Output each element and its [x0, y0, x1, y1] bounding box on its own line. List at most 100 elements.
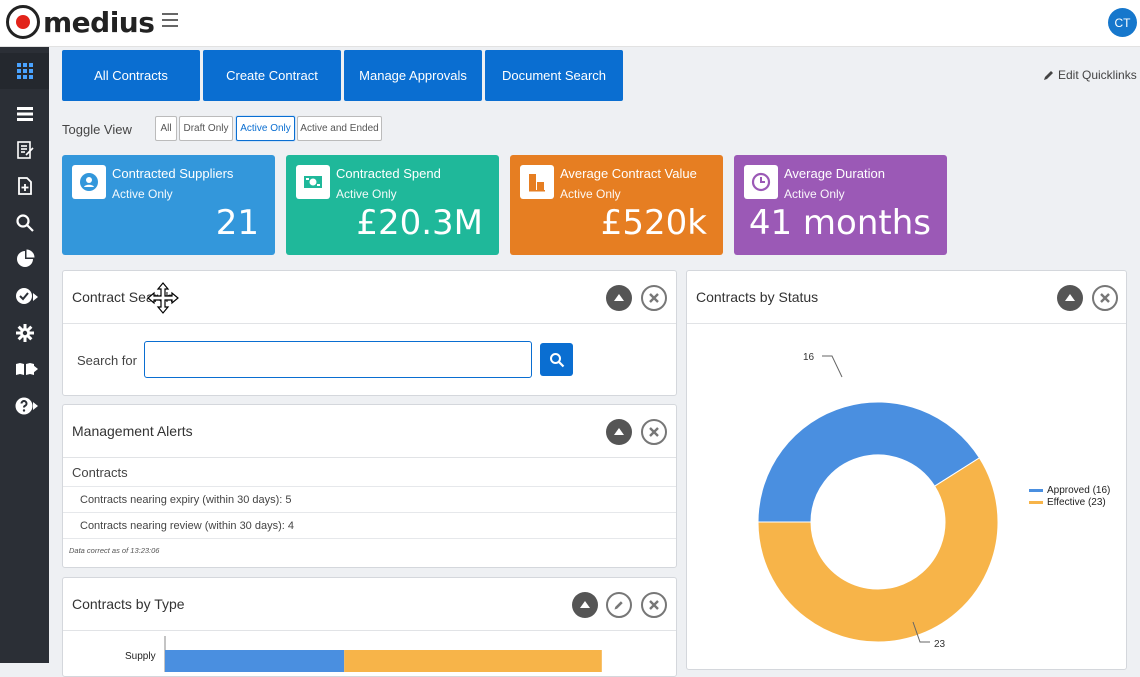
kpi-value: £20.3M — [356, 203, 483, 243]
toggle-all-button[interactable]: All — [155, 116, 177, 141]
pie-chart-icon[interactable] — [0, 241, 49, 277]
category-label: Supply — [125, 651, 156, 662]
bar-segment — [344, 650, 602, 672]
legend-entry: Approved (16) — [1047, 485, 1110, 496]
expand-arrow-icon — [33, 365, 38, 373]
kpi-subtitle: Active Only — [560, 187, 621, 201]
search-icon[interactable] — [0, 205, 49, 241]
search-icon — [549, 352, 564, 367]
close-icon — [649, 427, 659, 437]
value-chart-icon — [520, 165, 554, 199]
kpi-title: Contracted Suppliers — [112, 166, 234, 181]
top-bar: medius CT — [0, 0, 1140, 47]
collapse-panel-button[interactable] — [572, 592, 598, 618]
contract-edit-icon[interactable] — [0, 132, 49, 168]
alerts-section-heading: Contracts — [72, 465, 128, 480]
close-panel-button[interactable] — [641, 592, 667, 618]
user-avatar[interactable]: CT — [1108, 8, 1137, 37]
expand-arrow-icon — [33, 293, 38, 301]
close-panel-button[interactable] — [1092, 285, 1118, 311]
leader-line — [822, 355, 843, 378]
data-label: 16 — [803, 352, 815, 363]
contract-search-input[interactable] — [144, 341, 532, 378]
toggle-active-and-ended-button[interactable]: Active and Ended — [297, 116, 382, 141]
legend-swatch — [1029, 489, 1043, 492]
contracts-by-status-chart: 16 23 Approved (16)Effective (23) — [757, 352, 1110, 650]
data-timestamp-note: Data correct as of 13:23:06 — [69, 546, 160, 555]
panel-title: Management Alerts — [72, 423, 193, 439]
search-submit-button[interactable] — [540, 343, 573, 376]
edit-panel-button[interactable] — [606, 592, 632, 618]
toggle-active-only-button[interactable]: Active Only — [236, 116, 295, 141]
kpi-title: Average Contract Value — [560, 166, 697, 181]
medius-logo[interactable]: medius — [6, 4, 155, 40]
clock-icon — [744, 165, 778, 199]
triangle-up-icon — [1065, 294, 1075, 301]
alert-row[interactable]: Contracts nearing expiry (within 30 days… — [63, 486, 676, 512]
alert-text: Contracts nearing review (within 30 days… — [80, 519, 294, 532]
kpi-contracted-spend[interactable]: Contracted Spend Active Only £20.3M — [286, 155, 499, 255]
kpi-average-duration[interactable]: Average Duration Active Only 41 months — [734, 155, 947, 255]
hamburger-menu-icon[interactable] — [162, 13, 178, 31]
contracts-by-type-panel: Contracts by Type Supply — [62, 577, 677, 677]
triangle-up-icon — [614, 428, 624, 435]
quicklink-document-search[interactable]: Document Search — [485, 50, 623, 101]
panel-title: Contracts by Type — [72, 596, 185, 612]
contracts-by-type-chart: Supply — [125, 636, 602, 672]
collapse-panel-button[interactable] — [606, 419, 632, 445]
quicklink-manage-approvals[interactable]: Manage Approvals — [344, 50, 482, 101]
logo-text: medius — [43, 5, 155, 39]
contracts-by-status-panel: Contracts by Status 16 23 Approved (16) Eff… — [686, 270, 1127, 670]
close-icon — [649, 600, 659, 610]
collapse-panel-button[interactable] — [606, 285, 632, 311]
triangle-up-icon — [580, 601, 590, 608]
kpi-average-contract-value[interactable]: Average Contract Value Active Only £520k — [510, 155, 723, 255]
close-icon — [1100, 293, 1110, 303]
approve-check-icon[interactable] — [0, 278, 49, 314]
close-panel-button[interactable] — [641, 285, 667, 311]
kpi-value: £520k — [600, 203, 707, 243]
alert-text: Contracts nearing expiry (within 30 days… — [80, 493, 292, 506]
collapse-panel-button[interactable] — [1057, 285, 1083, 311]
sidebar — [0, 47, 49, 663]
panel-header: Management Alerts — [63, 405, 676, 458]
help-icon[interactable] — [0, 388, 49, 424]
panel-title: Contracts by Status — [696, 289, 819, 305]
edit-quicklinks-link[interactable]: Edit Quicklinks — [1043, 68, 1137, 82]
data-label: 23 — [934, 639, 946, 650]
alert-row[interactable]: Contracts nearing review (within 30 days… — [63, 512, 676, 538]
library-books-icon[interactable] — [0, 351, 49, 387]
kpi-value: 21 — [215, 203, 259, 243]
quicklink-create-contract[interactable]: Create Contract — [203, 50, 341, 101]
quicklink-all-contracts[interactable]: All Contracts — [62, 50, 200, 101]
kpi-subtitle: Active Only — [112, 187, 173, 201]
list-icon[interactable] — [0, 96, 49, 132]
pencil-icon — [1044, 71, 1053, 80]
search-for-label: Search for — [77, 353, 137, 368]
pencil-icon — [614, 601, 623, 610]
kpi-subtitle: Active Only — [784, 187, 845, 201]
toggle-view-label: Toggle View — [62, 122, 132, 137]
money-icon — [296, 165, 330, 199]
supplier-icon — [72, 165, 106, 199]
kpi-title: Contracted Spend — [336, 166, 441, 181]
dashboard-grid-icon[interactable] — [0, 53, 49, 89]
settings-gear-icon[interactable] — [0, 315, 49, 351]
add-document-icon[interactable] — [0, 168, 49, 204]
kpi-contracted-suppliers[interactable]: Contracted Suppliers Active Only 21 — [62, 155, 275, 255]
kpi-subtitle: Active Only — [336, 187, 397, 201]
kpi-title: Average Duration — [784, 166, 885, 181]
panel-header: Contracts by Type — [63, 578, 676, 631]
toggle-draft-only-button[interactable]: Draft Only — [179, 116, 233, 141]
legend-entry: Effective (23) — [1047, 497, 1106, 508]
move-cursor-icon — [147, 282, 179, 314]
expand-arrow-icon — [33, 402, 38, 410]
kpi-value: 41 months — [748, 203, 931, 243]
triangle-up-icon — [614, 294, 624, 301]
panel-header: Contracts by Status — [687, 271, 1126, 324]
bar-segment — [165, 650, 345, 672]
close-panel-button[interactable] — [641, 419, 667, 445]
edit-quicklinks-label: Edit Quicklinks — [1058, 68, 1137, 82]
management-alerts-panel: Management Alerts Contracts Contracts ne… — [62, 404, 677, 568]
close-icon — [649, 293, 659, 303]
